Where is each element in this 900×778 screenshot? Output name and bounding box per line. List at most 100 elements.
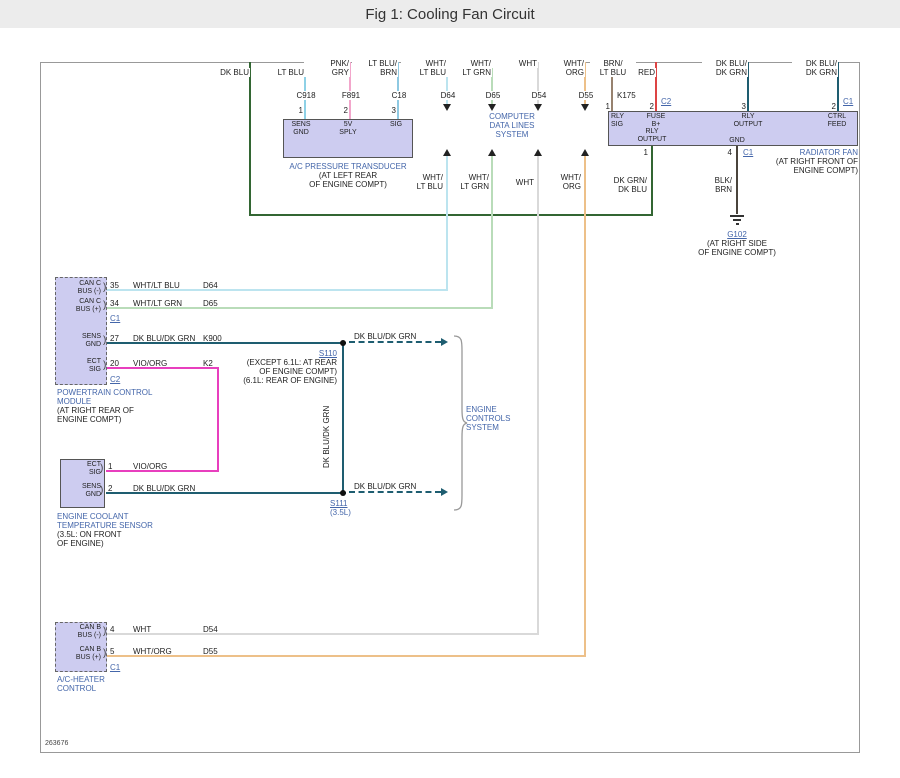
transducer-pin-label-sig: SIG — [381, 121, 411, 129]
wire-blk-brn-ground — [736, 146, 738, 214]
pin-connector-icon — [103, 627, 106, 637]
pcm-connector-c2[interactable]: C2 — [110, 375, 120, 384]
fan-pin-label-gnd: GND — [722, 137, 752, 145]
wiring-diagram-page: Fig 1: Cooling Fan Circuit — [0, 0, 900, 778]
connector-d55: D55 — [570, 91, 602, 100]
pin-connector-icon — [103, 361, 106, 371]
splice-s110-dot — [340, 340, 346, 346]
up-arrow-icon — [488, 149, 496, 156]
wire-wht-horizontal — [106, 633, 539, 635]
transducer-pin-2: 2 — [336, 106, 348, 115]
splice-s111-note: (3.5L) — [330, 508, 351, 517]
fan-pin-label-rly-sig: RLY SIG — [611, 113, 637, 129]
wire-dk-grn-dk-blu-horizontal — [249, 214, 653, 216]
s111-branch-dashed-wire — [349, 491, 441, 493]
wire-label-dk-grn-dk-blu: DK GRN/ DK BLU — [603, 176, 647, 194]
ach-pin-label-can-b-plus: CAN B BUS (+) — [57, 646, 101, 662]
down-arrow-icon — [534, 104, 542, 111]
figure-title-bar: Fig 1: Cooling Fan Circuit — [0, 0, 900, 28]
right-arrow-icon — [441, 488, 448, 496]
radiator-fan-location: (AT RIGHT FRONT OF ENGINE COMPT) — [740, 157, 858, 175]
wire-label-wht-lt-blu-lower: WHT/ LT BLU — [403, 173, 443, 191]
wire-label-ect-vio-org: VIO/ORG — [133, 462, 167, 471]
wire-label-s111-branch: DK BLU/DK GRN — [354, 482, 416, 491]
wire-wht-org-horizontal — [106, 655, 586, 657]
engine-controls-system-label[interactable]: ENGINE CONTROLS SYSTEM — [466, 405, 526, 432]
wire-label-pcm-dk-blu-dk-grn: DK BLU/DK GRN — [133, 334, 195, 343]
wire-label-lt-blu: LT BLU — [259, 68, 305, 77]
connector-k175: K175 — [616, 91, 644, 100]
pcm-pin-35: 35 — [110, 281, 122, 290]
fan-pin-1: 1 — [598, 102, 610, 111]
wire-splice-trunk — [342, 342, 344, 494]
pin-connector-icon — [100, 486, 103, 496]
fan-pin-3: 3 — [734, 102, 746, 111]
wire-label-pcm-wht-lt-blu: WHT/LT BLU — [133, 281, 180, 290]
up-arrow-icon — [581, 149, 589, 156]
wire-label-red: RED — [636, 68, 656, 77]
computer-data-lines-system-label[interactable]: COMPUTER DATA LINES SYSTEM — [482, 112, 542, 139]
wire-wht-org-vertical — [584, 156, 586, 657]
pcm-pin-27: 27 — [110, 334, 122, 343]
wire-label-wht-org-top: WHT/ ORG — [539, 59, 585, 77]
pin-connector-icon — [103, 301, 106, 311]
pcm-pin-34: 34 — [110, 299, 122, 308]
ground-icon — [727, 214, 747, 228]
up-arrow-icon — [534, 149, 542, 156]
fan-pin-2-c1: 2 — [824, 102, 836, 111]
wire-label-ach-wht-org: WHT/ORG — [133, 647, 172, 656]
splice-s110-id[interactable]: S110 — [217, 349, 337, 358]
wire-label-dk-blu-dk-grn-ctrl: DK BLU/ DK GRN — [792, 59, 838, 77]
circuit-k900: K900 — [203, 334, 222, 343]
wire-wht-vertical — [537, 156, 539, 635]
transducer-location: (AT LEFT REAR OF ENGINE COMPT) — [283, 171, 413, 189]
circuit-k2: K2 — [203, 359, 213, 368]
splice-s111-id[interactable]: S111 — [330, 499, 348, 508]
radiator-fan-name[interactable]: RADIATOR FAN — [740, 148, 858, 157]
connector-f891: F891 — [335, 91, 367, 100]
down-arrow-icon — [581, 104, 589, 111]
ect-pin-label-sens-gnd: SENS GND — [62, 483, 101, 499]
transducer-name[interactable]: A/C PRESSURE TRANSDUCER — [283, 162, 413, 171]
connector-c18: C18 — [383, 91, 415, 100]
transducer-pin-3: 3 — [384, 106, 396, 115]
wire-label-lt-blu-brn: LT BLU/ BRN — [352, 59, 398, 77]
ach-name[interactable]: A/C-HEATER CONTROL — [57, 675, 157, 693]
fan-pin-label-rly-output-bottom: RLY OUTPUT — [632, 128, 672, 144]
wire-rly-output-vertical — [651, 146, 653, 216]
ect-sensor-name[interactable]: ENGINE COOLANT TEMPERATURE SENSOR — [57, 512, 177, 530]
connector-d54: D54 — [523, 91, 555, 100]
pcm-pin-label-can-c-plus: CAN C BUS (+) — [57, 298, 101, 314]
wire-label-wht-org-lower: WHT/ ORG — [541, 173, 581, 191]
ach-pin-5: 5 — [110, 647, 122, 656]
right-arrow-icon — [441, 338, 448, 346]
pcm-connector-c1[interactable]: C1 — [110, 314, 120, 323]
ach-connector-c1[interactable]: C1 — [110, 663, 120, 672]
transducer-pin-label-sens-gnd: SENS GND — [286, 121, 316, 137]
circuit-d54: D54 — [203, 625, 218, 634]
pcm-pin-label-sens-gnd: SENS GND — [57, 333, 101, 349]
splice-s111-dot — [340, 490, 346, 496]
s110-branch-dashed-wire — [349, 341, 441, 343]
circuit-d64: D64 — [203, 281, 218, 290]
wire-label-pcm-vio-org: VIO/ORG — [133, 359, 167, 368]
wire-label-wht-top: WHT — [492, 59, 538, 68]
circuit-d55: D55 — [203, 647, 218, 656]
wire-label-brn-lt-blu: BRN/ LT BLU — [590, 59, 636, 77]
wire-label-wht-lt-grn-top: WHT/ LT GRN — [446, 59, 492, 77]
ground-id[interactable]: G102 — [712, 230, 762, 239]
pcm-name[interactable]: POWERTRAIN CONTROL MODULE — [57, 388, 177, 406]
diagram-number: 263676 — [45, 740, 68, 747]
fan-pin-label-fuse-b: FUSE B+ — [641, 113, 671, 129]
wire-wht-lt-grn-vertical — [491, 156, 493, 309]
fan-connector-c1-top[interactable]: C1 — [842, 97, 854, 106]
pcm-location: (AT RIGHT REAR OF ENGINE COMPT) — [57, 406, 177, 424]
circuit-d65: D65 — [203, 299, 218, 308]
wire-label-wht-lower: WHT — [494, 178, 534, 187]
pcm-pin-label-ect-sig: ECT SIG — [57, 358, 101, 374]
pcm-pin-label-can-c-minus: CAN C BUS (-) — [57, 280, 101, 296]
fan-bottom-pin-1: 1 — [636, 148, 648, 157]
fan-connector-c2[interactable]: C2 — [660, 97, 672, 106]
ect-pin-1: 1 — [108, 462, 120, 471]
wire-label-ect-dk-blu-dk-grn: DK BLU/DK GRN — [133, 484, 195, 493]
